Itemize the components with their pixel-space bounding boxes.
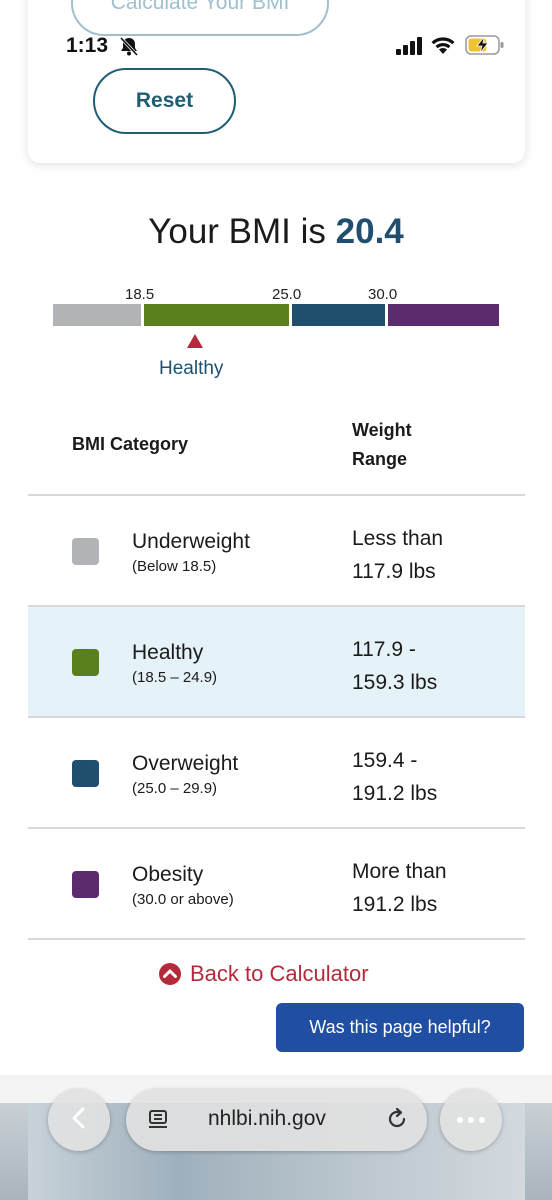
weight-line-1: 159.4 - (352, 749, 418, 772)
weight-range: 159.4 - 191.2 lbs (352, 744, 512, 810)
status-bar: 1:13 (0, 0, 552, 90)
chevron-up-circle-icon (158, 962, 182, 986)
category-name: Overweight (132, 752, 239, 775)
cellular-signal-icon (396, 37, 424, 60)
category-name: Healthy (132, 641, 204, 664)
bmi-category-table: BMI Category Weight Range Underweight (B… (28, 410, 525, 940)
weight-line-2: 191.2 lbs (352, 893, 438, 916)
scale-tick-25-0: 25.0 (272, 286, 302, 303)
scale-tick-18-5: 18.5 (125, 286, 155, 303)
browser-more-button[interactable] (440, 1089, 502, 1151)
url-text: nhlbi.nih.gov (208, 1107, 326, 1130)
weight-range: 117.9 - 159.3 lbs (352, 633, 512, 699)
bmi-result-prefix: Your BMI is (148, 212, 326, 251)
table-header: BMI Category Weight Range (28, 410, 525, 496)
category-name: Underweight (132, 530, 250, 553)
scale-segment-healthy (144, 304, 289, 326)
table-row: Obesity (30.0 or above) More than 191.2 … (28, 829, 525, 940)
reload-icon[interactable] (385, 1107, 409, 1136)
browser-back-button[interactable] (48, 1089, 110, 1151)
address-bar[interactable]: nhlbi.nih.gov (126, 1089, 427, 1151)
table-row: Overweight (25.0 – 29.9) 159.4 - 191.2 l… (28, 718, 525, 829)
browser-toolbar: nhlbi.nih.gov (0, 1075, 552, 1200)
healthy-swatch (72, 649, 99, 676)
battery-charging-icon (465, 35, 505, 60)
category-range: (25.0 – 29.9) (132, 780, 218, 797)
bmi-value: 20.4 (335, 212, 404, 251)
weight-line-2: 117.9 lbs (352, 560, 436, 583)
scale-segment-obesity (388, 304, 499, 326)
reader-tabs-icon[interactable] (146, 1108, 170, 1137)
bmi-marker-icon (187, 334, 203, 348)
table-row: Underweight (Below 18.5) Less than 117.9… (28, 496, 525, 607)
category-range: (30.0 or above) (132, 891, 234, 908)
header-weight-range: Weight Range (352, 420, 412, 469)
back-to-calculator-link[interactable]: Back to Calculator (158, 961, 369, 987)
weight-range: Less than 117.9 lbs (352, 522, 512, 588)
page-helpful-button[interactable]: Was this page helpful? (276, 1003, 524, 1052)
bmi-result-heading: Your BMI is 20.4 (0, 212, 552, 252)
category-range: (18.5 – 24.9) (132, 669, 218, 686)
status-time: 1:13 (66, 34, 109, 57)
weight-line-2: 191.2 lbs (352, 782, 438, 805)
weight-line-2: 159.3 lbs (352, 671, 438, 694)
category-range: (Below 18.5) (132, 558, 217, 575)
header-bmi-category: BMI Category (72, 434, 189, 454)
weight-line-1: More than (352, 860, 447, 883)
bmi-marker-label: Healthy (159, 358, 224, 379)
wifi-icon (430, 34, 456, 61)
scale-segment-overweight (292, 304, 385, 326)
weight-line-1: Less than (352, 527, 444, 550)
weight-line-1: 117.9 - (352, 638, 416, 661)
bmi-results-page: Calculate Your BMI Reset 1:13 Your BMI i… (0, 0, 552, 1200)
back-to-calculator-label: Back to Calculator (190, 961, 369, 986)
more-dots-icon (456, 1111, 486, 1129)
table-row-highlighted: Healthy (18.5 – 24.9) 117.9 - 159.3 lbs (28, 607, 525, 718)
scale-tick-30-0: 30.0 (368, 286, 398, 303)
weight-range: More than 191.2 lbs (352, 855, 512, 921)
chevron-left-icon (69, 1106, 89, 1135)
overweight-swatch (72, 760, 99, 787)
scale-segment-underweight (53, 304, 141, 326)
underweight-swatch (72, 538, 99, 565)
bmi-scale: 18.5 25.0 30.0 Healthy (53, 286, 499, 386)
category-name: Obesity (132, 863, 204, 886)
obesity-swatch (72, 871, 99, 898)
bell-slash-icon (118, 35, 140, 57)
